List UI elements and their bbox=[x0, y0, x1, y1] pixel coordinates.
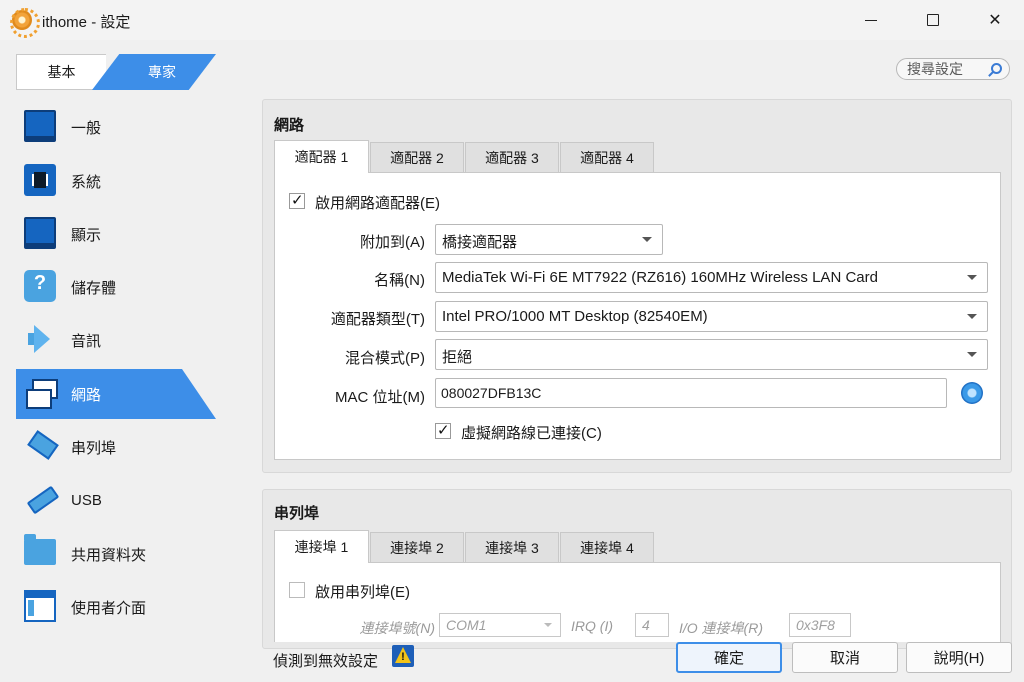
adapter-type-select[interactable]: Intel PRO/1000 MT Desktop (82540EM) bbox=[435, 301, 988, 332]
chevron-down-icon bbox=[967, 352, 977, 357]
search-icon[interactable] bbox=[991, 63, 1002, 74]
enable-serial-label[interactable]: 啟用串列埠(E) bbox=[315, 581, 410, 602]
maximize-button[interactable] bbox=[902, 0, 964, 40]
sidebar-item-audio[interactable]: 音訊 bbox=[16, 315, 216, 365]
minimize-icon bbox=[865, 19, 877, 21]
io-port-input[interactable]: 0x3F8 bbox=[789, 613, 851, 637]
sidebar-item-label: 串列埠 bbox=[71, 439, 117, 457]
speaker-icon bbox=[24, 323, 56, 355]
sidebar-item-label: 共用資料夾 bbox=[71, 546, 147, 564]
sidebar-item-label: 系統 bbox=[71, 173, 102, 191]
usb-icon bbox=[24, 483, 56, 515]
chevron-down-icon bbox=[544, 623, 552, 627]
cancel-button[interactable]: 取消 bbox=[792, 642, 898, 673]
tab-port-4[interactable]: 連接埠 4 bbox=[560, 532, 654, 562]
tab-port-1[interactable]: 連接埠 1 bbox=[274, 530, 369, 563]
sidebar-item-label: 一般 bbox=[71, 119, 102, 137]
promiscuous-mode-label: 混合模式(P) bbox=[345, 350, 425, 367]
sidebar-item-system[interactable]: 系統 bbox=[16, 156, 216, 206]
sidebar-item-usb[interactable]: USB bbox=[16, 475, 216, 525]
sidebar-item-label: 網路 bbox=[71, 386, 102, 404]
adapter-type-value: Intel PRO/1000 MT Desktop (82540EM) bbox=[442, 308, 708, 325]
close-icon: ✕ bbox=[988, 12, 1002, 29]
serial-group: 串列埠 連接埠 1 連接埠 2 連接埠 3 連接埠 4 啟用串列埠(E) 連接埠… bbox=[262, 489, 1012, 649]
enable-adapter-checkbox[interactable] bbox=[289, 193, 305, 209]
tab-adapter-2[interactable]: 適配器 2 bbox=[370, 142, 464, 172]
promiscuous-mode-value: 拒絕 bbox=[442, 349, 473, 366]
tab-port-2[interactable]: 連接埠 2 bbox=[370, 532, 464, 562]
chip-icon bbox=[24, 164, 56, 196]
sidebar-item-shared-folders[interactable]: 共用資料夾 bbox=[16, 529, 216, 579]
invalid-settings-label: 偵測到無效設定 bbox=[273, 653, 379, 670]
sidebar-item-network[interactable]: 網路 bbox=[16, 369, 216, 419]
promiscuous-mode-select[interactable]: 拒絕 bbox=[435, 339, 988, 370]
network-group-title: 網路 bbox=[274, 117, 305, 134]
ok-button[interactable]: 確定 bbox=[676, 642, 782, 673]
mode-switch: 基本 專家 bbox=[16, 54, 216, 90]
search-input[interactable] bbox=[907, 61, 987, 77]
port-number-value: COM1 bbox=[446, 617, 487, 633]
tab-adapter-1[interactable]: 適配器 1 bbox=[274, 140, 369, 173]
port-panel: 啟用串列埠(E) 連接埠號(N) COM1 IRQ (I) 4 I/O 連接埠(… bbox=[274, 562, 1001, 642]
adapter-name-select[interactable]: MediaTek Wi-Fi 6E MT7922 (RZ616) 160MHz … bbox=[435, 262, 988, 293]
enable-serial-checkbox[interactable] bbox=[289, 582, 305, 598]
display-icon bbox=[24, 217, 56, 249]
sidebar-item-user-interface[interactable]: 使用者介面 bbox=[16, 582, 216, 632]
minimize-button[interactable] bbox=[840, 0, 902, 40]
disk-icon bbox=[24, 270, 56, 302]
maximize-icon bbox=[927, 14, 939, 26]
name-label: 名稱(N) bbox=[374, 272, 425, 289]
sidebar-item-general[interactable]: 一般 bbox=[16, 102, 216, 152]
mac-address-input[interactable] bbox=[435, 378, 947, 408]
close-button[interactable]: ✕ bbox=[964, 0, 1024, 40]
mac-address-label: MAC 位址(M) bbox=[335, 389, 425, 406]
sidebar-item-storage[interactable]: 儲存體 bbox=[16, 262, 216, 312]
tab-port-3[interactable]: 連接埠 3 bbox=[465, 532, 559, 562]
serial-icon bbox=[24, 430, 56, 462]
irq-input[interactable]: 4 bbox=[635, 613, 669, 637]
title-bar: ithome - 設定 ✕ bbox=[0, 0, 1024, 40]
sidebar-item-label: USB bbox=[71, 491, 102, 509]
help-button[interactable]: 說明(H) bbox=[906, 642, 1012, 673]
adapter-name-value: MediaTek Wi-Fi 6E MT7922 (RZ616) 160MHz … bbox=[442, 269, 878, 286]
cable-connected-label[interactable]: 虛擬網路線已連接(C) bbox=[461, 422, 602, 443]
chevron-down-icon bbox=[642, 237, 652, 242]
chevron-down-icon bbox=[967, 275, 977, 280]
chevron-down-icon bbox=[967, 314, 977, 319]
enable-adapter-label[interactable]: 啟用網路適配器(E) bbox=[315, 192, 440, 213]
attached-to-select[interactable]: 橋接適配器 bbox=[435, 224, 663, 255]
refresh-mac-icon[interactable] bbox=[961, 382, 983, 404]
sidebar-item-label: 儲存體 bbox=[71, 279, 117, 297]
adapter-type-label: 適配器類型(T) bbox=[330, 311, 425, 328]
adapter-panel: 啟用網路適配器(E) 附加到(A) 橋接適配器 名稱(N) MediaTek W… bbox=[274, 172, 1001, 460]
sidebar-item-display[interactable]: 顯示 bbox=[16, 209, 216, 259]
window-title: ithome - 設定 bbox=[42, 14, 131, 31]
io-port-label: I/O 連接埠(R) bbox=[679, 620, 763, 636]
sidebar-item-label: 使用者介面 bbox=[71, 599, 147, 617]
sidebar-item-serial[interactable]: 串列埠 bbox=[16, 422, 216, 472]
network-icon bbox=[24, 377, 58, 409]
folder-icon bbox=[24, 534, 56, 565]
sidebar-item-label: 顯示 bbox=[71, 226, 102, 244]
cable-connected-checkbox[interactable] bbox=[435, 423, 451, 439]
tab-adapter-4[interactable]: 適配器 4 bbox=[560, 142, 654, 172]
gear-icon bbox=[10, 8, 40, 38]
port-number-select[interactable]: COM1 bbox=[439, 613, 561, 637]
basic-mode-button[interactable]: 基本 bbox=[16, 54, 106, 90]
port-number-label: 連接埠號(N) bbox=[359, 620, 435, 636]
serial-group-title: 串列埠 bbox=[274, 505, 320, 522]
irq-label: IRQ (I) bbox=[571, 618, 613, 634]
attached-to-value: 橋接適配器 bbox=[442, 234, 518, 251]
tab-adapter-3[interactable]: 適配器 3 bbox=[465, 142, 559, 172]
warning-icon[interactable] bbox=[392, 645, 414, 667]
search-box bbox=[896, 58, 1010, 80]
network-group: 網路 適配器 1 適配器 2 適配器 3 適配器 4 啟用網路適配器(E) 附加… bbox=[262, 99, 1012, 473]
ui-icon bbox=[24, 590, 56, 622]
expert-mode-button[interactable]: 專家 bbox=[92, 54, 216, 90]
monitor-icon bbox=[24, 110, 56, 142]
attached-to-label: 附加到(A) bbox=[360, 234, 425, 251]
sidebar-item-label: 音訊 bbox=[71, 332, 102, 350]
